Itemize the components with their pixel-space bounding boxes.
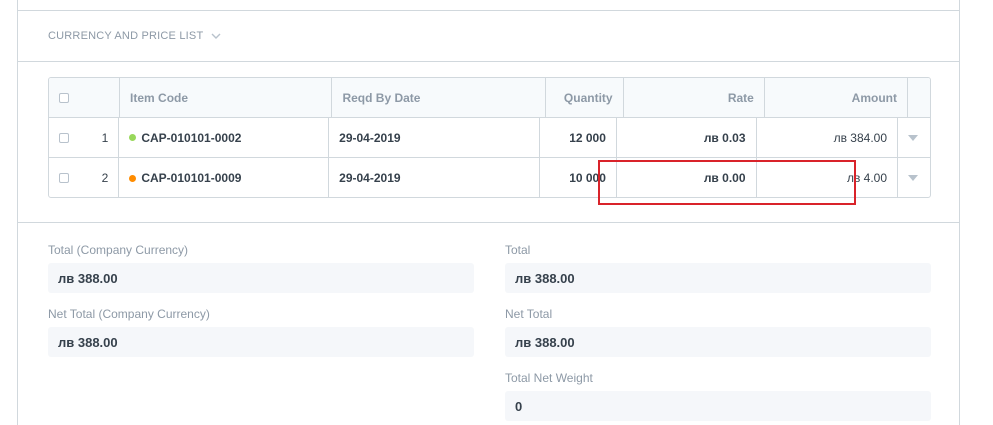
item-code-cell[interactable]: CAP-010101-0002: [119, 118, 330, 157]
status-dot-icon: [129, 134, 137, 141]
row-checkbox[interactable]: [59, 173, 69, 183]
column-header-amount: Amount: [765, 78, 908, 117]
caret-down-icon[interactable]: [908, 175, 919, 181]
section-divider-bottom: [17, 222, 960, 223]
item-code: CAP-010101-0009: [141, 171, 242, 185]
reqd-by-date-cell[interactable]: 29-04-2019: [329, 118, 540, 157]
amount-cell: лв 384.00: [757, 118, 899, 157]
reqd-by-date-cell[interactable]: 29-04-2019: [329, 158, 540, 197]
items-table: Item Code Reqd By Date Quantity Rate Amo…: [48, 77, 931, 198]
column-header-actions: [908, 78, 930, 117]
row-actions-cell: [898, 158, 930, 197]
table-row[interactable]: 2 CAP-010101-0009 29-04-2019 10 000 лв 0…: [49, 158, 930, 197]
total-company-currency-field: лв 388.00: [48, 263, 474, 293]
row-index: 1: [101, 130, 109, 145]
column-header-reqd-by-date: Reqd By Date: [332, 78, 546, 117]
row-actions-cell: [898, 118, 930, 157]
amount-cell: лв 4.00: [757, 158, 899, 197]
net-total-company-currency-field: лв 388.00: [48, 327, 474, 357]
total-label: Total: [505, 243, 531, 257]
table-row[interactable]: 1 CAP-010101-0002 29-04-2019 12 000 лв 0…: [49, 118, 930, 158]
item-code-cell[interactable]: CAP-010101-0009: [119, 158, 330, 197]
section-title: CURRENCY AND PRICE LIST: [48, 30, 204, 42]
table-header-row: Item Code Reqd By Date Quantity Rate Amo…: [49, 78, 930, 118]
section-toggle-currency-price-list[interactable]: CURRENCY AND PRICE LIST: [48, 30, 221, 42]
rate-cell[interactable]: лв 0.00: [617, 158, 757, 197]
select-all-checkbox[interactable]: [59, 92, 69, 103]
net-total-company-currency-label: Net Total (Company Currency): [48, 307, 210, 321]
total-field: лв 388.00: [505, 263, 931, 293]
section-divider: [17, 61, 960, 62]
column-header-item-code: Item Code: [120, 78, 333, 117]
status-dot-icon: [129, 174, 137, 182]
rate-cell[interactable]: лв 0.03: [617, 118, 757, 157]
chevron-down-icon: [211, 33, 221, 39]
section-divider-top: [17, 10, 960, 11]
header-checkbox-cell: [49, 78, 121, 117]
row-index: 2: [101, 171, 109, 185]
total-company-currency-label: Total (Company Currency): [48, 243, 189, 257]
row-checkbox-cell: 1: [49, 118, 120, 157]
column-header-quantity: Quantity: [546, 78, 624, 117]
net-total-label: Net Total: [505, 307, 553, 321]
row-checkbox-cell: 2: [49, 158, 120, 197]
row-checkbox[interactable]: [59, 132, 69, 143]
quantity-cell[interactable]: 10 000: [540, 158, 617, 197]
quantity-cell[interactable]: 12 000: [540, 118, 617, 157]
total-net-weight-label: Total Net Weight: [505, 371, 593, 385]
net-total-field: лв 388.00: [505, 327, 931, 357]
column-header-rate: Rate: [624, 78, 765, 117]
total-net-weight-field: 0: [505, 391, 931, 421]
item-code: CAP-010101-0002: [141, 130, 242, 145]
form-frame: [17, 0, 960, 425]
caret-down-icon[interactable]: [908, 134, 919, 141]
